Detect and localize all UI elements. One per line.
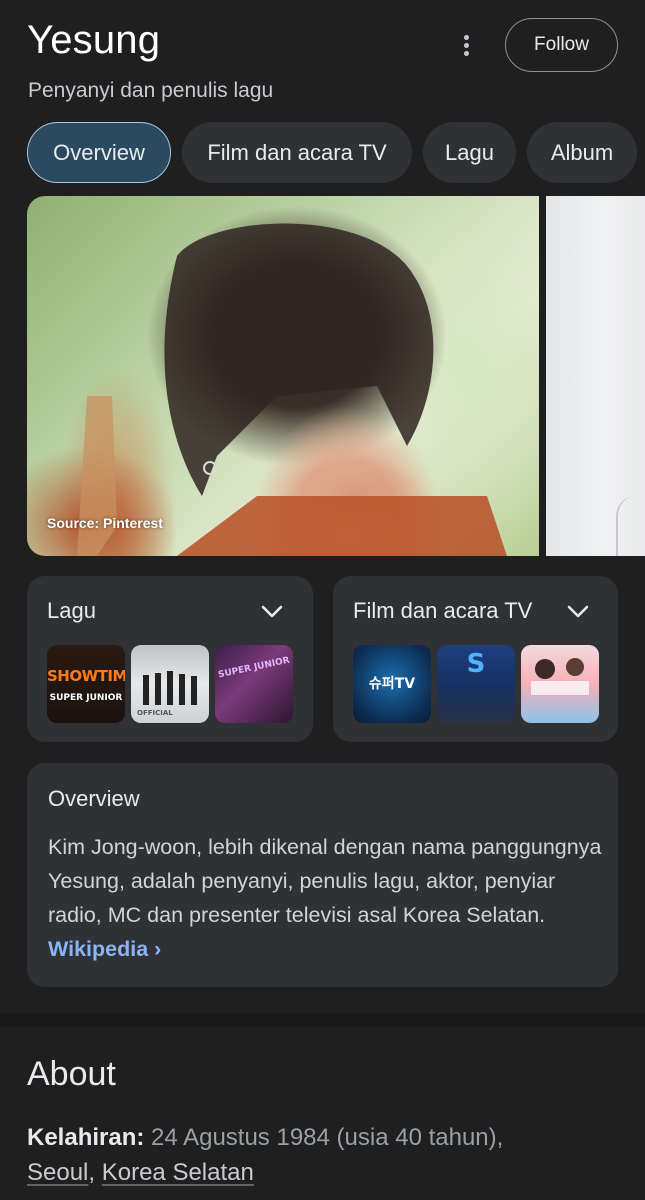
overview-card: Overview Kim Jong-woon, lebih dikenal de… [27, 763, 618, 987]
overview-heading: Overview [48, 786, 140, 811]
more-vert-icon[interactable] [452, 30, 480, 60]
song-thumb-2-subtext: OFFICIAL [137, 709, 173, 717]
tv-thumb-3[interactable] [521, 645, 599, 723]
tab-bar: Overview Film dan acara TV Lagu Album [27, 122, 645, 184]
tv-thumb-1[interactable]: 슈퍼TV [353, 645, 431, 723]
main-photo[interactable]: Source: Pinterest [27, 196, 539, 556]
tab-overview[interactable]: Overview [27, 122, 171, 183]
tab-lagu[interactable]: Lagu [423, 122, 516, 183]
chevron-down-icon[interactable] [567, 605, 589, 619]
about-birth: Kelahiran: 24 Agustus 1984 (usia 40 tahu… [27, 1120, 627, 1190]
tv-thumb-2[interactable]: S [437, 645, 515, 723]
tab-album[interactable]: Album [527, 122, 637, 183]
entity-title: Yesung [27, 18, 161, 62]
overview-description: Kim Jong-woon, lebih dikenal dengan nama… [48, 830, 608, 966]
tv-card-title: Film dan acara TV [353, 598, 533, 623]
section-divider [0, 1013, 645, 1027]
song-thumb-1[interactable]: SHOWTIME SUPER JUNIOR [47, 645, 125, 723]
tv-thumb-3-figures [531, 658, 589, 695]
song-thumb-1-subtext: SUPER JUNIOR [49, 693, 123, 703]
overview-text: Kim Jong-woon, lebih dikenal dengan nama… [48, 835, 602, 927]
image-source-caption: Source: Pinterest [47, 515, 163, 531]
photo-figure [77, 223, 507, 556]
entity-subtitle: Penyanyi dan penulis lagu [28, 79, 274, 102]
birth-place-separator: , [88, 1159, 102, 1186]
birth-city-link[interactable]: Seoul [27, 1159, 88, 1186]
song-thumb-3[interactable]: SUPER JUNIOR [215, 645, 293, 723]
birth-label: Kelahiran: [27, 1124, 145, 1151]
birth-value: 24 Agustus 1984 (usia 40 tahun), [151, 1124, 504, 1151]
songs-card-title: Lagu [47, 598, 96, 623]
birth-country-link[interactable]: Korea Selatan [102, 1159, 254, 1186]
chevron-down-icon[interactable] [261, 605, 283, 619]
song-thumb-1-text: SHOWTIME [47, 667, 125, 685]
tv-thumb-2-text: S [466, 649, 486, 679]
follow-button[interactable]: Follow [505, 18, 618, 72]
second-photo[interactable] [546, 196, 645, 556]
song-thumb-2[interactable]: OFFICIAL [131, 645, 209, 723]
songs-card[interactable]: Lagu SHOWTIME SUPER JUNIOR OFFICIAL SUPE… [27, 576, 313, 742]
song-thumb-3-text: SUPER JUNIOR [217, 655, 291, 681]
tv-thumb-1-text: 슈퍼TV [368, 676, 416, 692]
image-carousel: Source: Pinterest [27, 196, 645, 556]
tab-film-dan-acara-tv[interactable]: Film dan acara TV [182, 122, 412, 183]
tv-card[interactable]: Film dan acara TV 슈퍼TV S [333, 576, 618, 742]
wikipedia-link[interactable]: Wikipedia › [48, 937, 161, 961]
about-heading: About [27, 1055, 116, 1093]
